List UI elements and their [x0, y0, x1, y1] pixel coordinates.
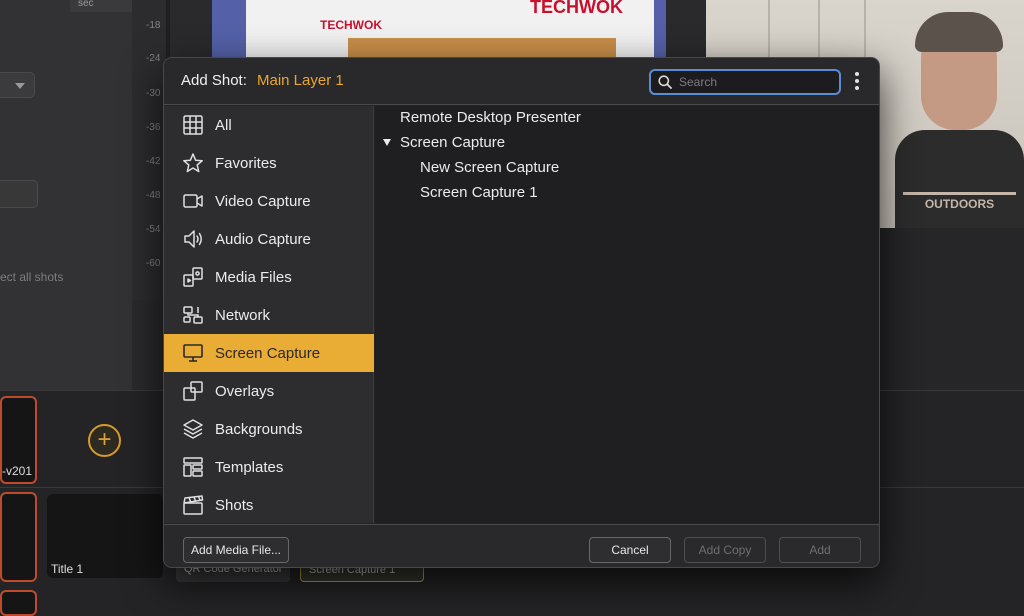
- add-shot-dialog: Add Shot: Main Layer 1 All: [163, 57, 880, 568]
- category-label: Backgrounds: [215, 420, 303, 438]
- category-label: Screen Capture: [215, 344, 321, 362]
- shot-thumbnail: [0, 492, 37, 582]
- curtain-line: [818, 0, 820, 60]
- category-screen-capture[interactable]: Screen Capture: [164, 334, 374, 372]
- curtain-line: [864, 0, 866, 60]
- clapperboard-icon: [181, 493, 205, 517]
- category-label: Favorites: [215, 154, 277, 172]
- speaker-icon: [181, 227, 205, 251]
- category-label: Overlays: [215, 382, 275, 400]
- search-input[interactable]: [679, 75, 829, 89]
- background-input: [0, 180, 38, 208]
- shirt-print: OUTDOORS: [903, 192, 1016, 216]
- add-copy-button[interactable]: Add Copy: [684, 537, 766, 563]
- source-tree: Remote Desktop Presenter Screen Capture …: [375, 106, 879, 523]
- meter-tick: -54: [146, 224, 161, 235]
- grid-icon: [181, 113, 205, 137]
- tree-item-new-screen-capture[interactable]: New Screen Capture: [420, 158, 559, 178]
- person-hair: [915, 12, 1003, 52]
- category-network[interactable]: Network: [164, 296, 374, 334]
- preview-logo-large: TECHWOK: [530, 0, 623, 17]
- shot-thumbnail-label: -v201: [2, 464, 33, 478]
- meter-tick: -24: [146, 53, 161, 64]
- webcam-surround: [880, 228, 1024, 398]
- search-field[interactable]: [649, 69, 841, 95]
- disclosure-triangle-icon[interactable]: [383, 139, 391, 146]
- meter-tick: -36: [146, 122, 161, 133]
- category-overlays[interactable]: Overlays: [164, 372, 374, 410]
- meter-tick: -30: [146, 88, 161, 99]
- curtain-line: [768, 0, 770, 60]
- audio-meter: -18 -24 -30 -36 -42 -48 -54 -60: [132, 0, 166, 300]
- tree-group-screen-capture[interactable]: Screen Capture: [400, 133, 505, 153]
- add-shot-icon: +: [88, 424, 121, 457]
- meter-tick: -48: [146, 190, 161, 201]
- meter-tick: -42: [146, 156, 161, 167]
- template-icon: [181, 455, 205, 479]
- dialog-title: Add Shot:: [181, 72, 247, 89]
- shot-thumbnail: [0, 590, 37, 616]
- select-all-hint: ect all shots: [0, 270, 64, 284]
- more-dot: [855, 79, 859, 83]
- overlays-icon: [181, 379, 205, 403]
- dialog-header: Add Shot: Main Layer 1: [164, 58, 879, 105]
- category-backgrounds[interactable]: Backgrounds: [164, 410, 374, 448]
- category-sidebar: All Favorites Video Capture Audio Captur…: [164, 106, 374, 523]
- add-media-file-button[interactable]: Add Media File...: [183, 537, 289, 563]
- layers-icon: [181, 417, 205, 441]
- category-shots[interactable]: Shots: [164, 486, 374, 524]
- preview-image: [348, 38, 616, 58]
- more-dot: [855, 86, 859, 90]
- add-button[interactable]: Add: [779, 537, 861, 563]
- category-media-files[interactable]: Media Files: [164, 258, 374, 296]
- media-files-icon: [181, 265, 205, 289]
- video-camera-icon: [181, 189, 205, 213]
- background-dropdown: [0, 72, 35, 98]
- network-icon: [181, 303, 205, 327]
- search-icon: [658, 75, 672, 89]
- category-label: Templates: [215, 458, 284, 476]
- category-audio-capture[interactable]: Audio Capture: [164, 220, 374, 258]
- category-label: Video Capture: [215, 192, 311, 210]
- category-templates[interactable]: Templates: [164, 448, 374, 486]
- seconds-unit: sec: [70, 0, 132, 12]
- monitor-icon: [181, 341, 205, 365]
- category-label: All: [215, 116, 232, 134]
- more-dot: [855, 72, 859, 76]
- preview-logo: TECHWOK: [320, 18, 382, 32]
- category-label: Media Files: [215, 268, 292, 286]
- cancel-button[interactable]: Cancel: [589, 537, 671, 563]
- category-label: Audio Capture: [215, 230, 311, 248]
- category-all[interactable]: All: [164, 106, 374, 144]
- webcam-person: OUTDOORS: [895, 12, 1024, 228]
- tree-item-remote-desktop-presenter[interactable]: Remote Desktop Presenter: [400, 108, 581, 128]
- category-video-capture[interactable]: Video Capture: [164, 182, 374, 220]
- layer-name: Main Layer 1: [257, 72, 344, 89]
- dialog-footer: Add Media File... Cancel Add Copy Add: [164, 524, 879, 567]
- title-shot-label: Title 1: [51, 562, 84, 576]
- category-favorites[interactable]: Favorites: [164, 144, 374, 182]
- category-label: Network: [215, 306, 271, 324]
- meter-tick: -60: [146, 258, 161, 269]
- tree-item-screen-capture-1[interactable]: Screen Capture 1: [420, 183, 538, 203]
- person-shirt: OUTDOORS: [895, 130, 1024, 228]
- meter-tick: -18: [146, 20, 161, 31]
- star-icon: [181, 151, 205, 175]
- more-options-icon[interactable]: [851, 69, 863, 93]
- category-label: Shots: [215, 496, 254, 514]
